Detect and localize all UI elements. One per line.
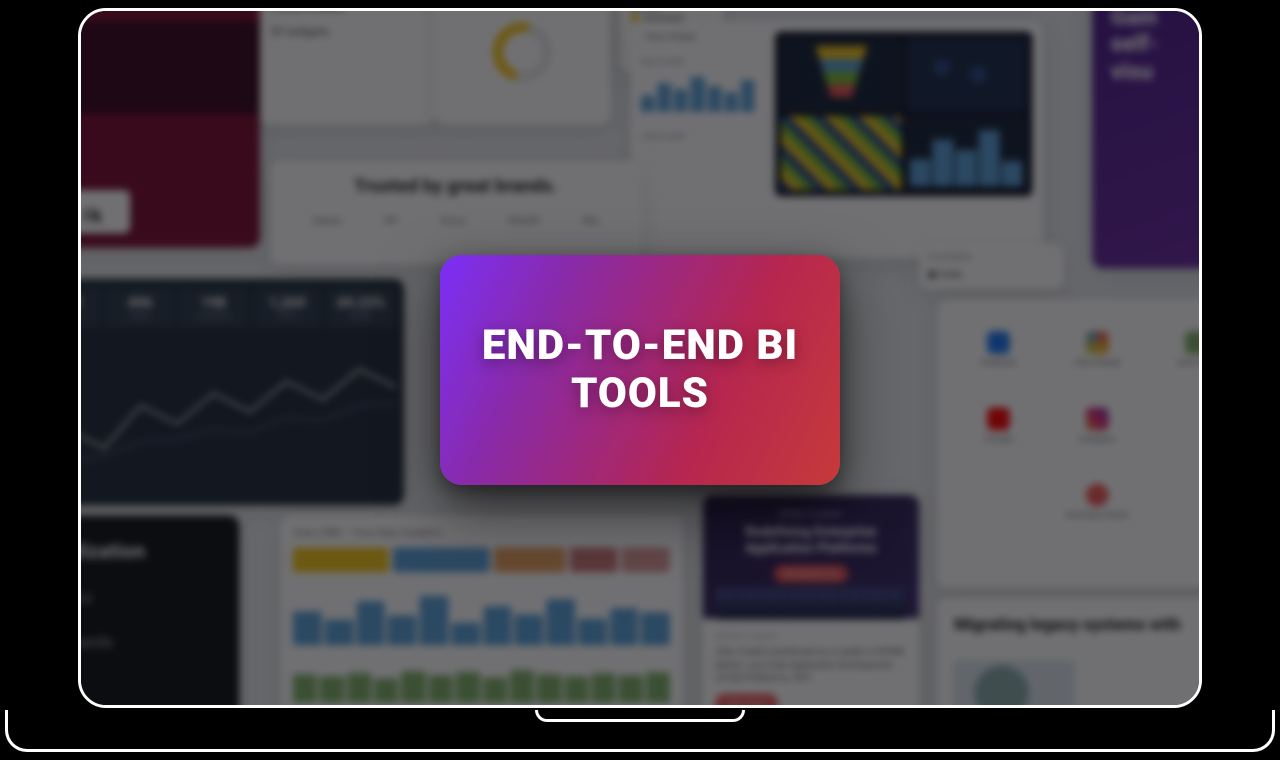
laptop-base: [5, 710, 1275, 752]
laptop-frame: Visits 245.1k Customizable Of widgets It…: [78, 8, 1202, 752]
hero-badge: END-TO-END BI TOOLS: [440, 255, 840, 485]
laptop-screen: Visits 245.1k Customizable Of widgets It…: [78, 8, 1202, 708]
hero-title: END-TO-END BI TOOLS: [468, 322, 812, 419]
